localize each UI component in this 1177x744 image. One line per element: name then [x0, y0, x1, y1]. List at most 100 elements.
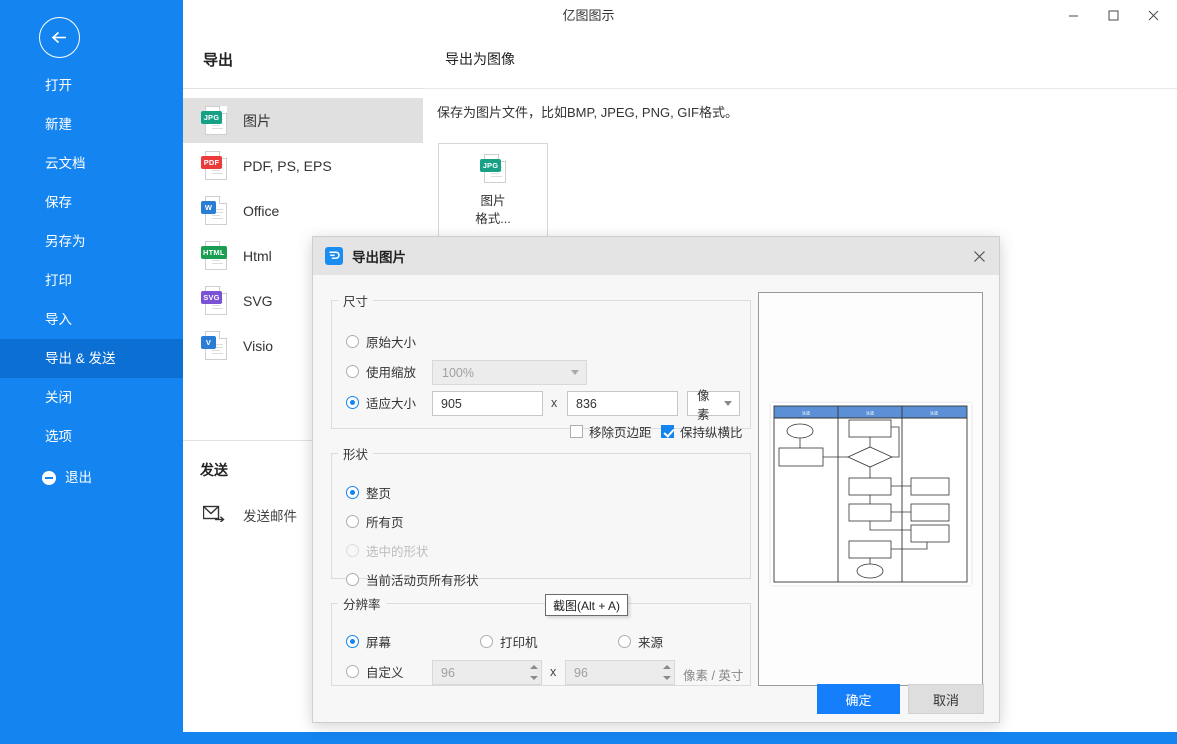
exit-icon: [42, 471, 56, 485]
sidebar-item-save-as[interactable]: 另存为: [0, 222, 183, 261]
shape-option-whole-page-radio[interactable]: [346, 486, 359, 499]
back-button[interactable]: [39, 17, 80, 58]
dialog-title-bar: 导出图片: [313, 237, 999, 275]
content-divider: [423, 88, 1177, 89]
export-item-image-label: 图片: [243, 111, 271, 131]
resolution-option-screen[interactable]: 屏幕: [346, 632, 391, 651]
export-item-svg-label: SVG: [243, 293, 273, 309]
size-option-scale-radio[interactable]: [346, 365, 359, 378]
sidebar-item-new[interactable]: 新建: [0, 105, 183, 144]
shape-group-legend: 形状: [338, 444, 373, 463]
custom-dpi-x-spinner-down[interactable]: [526, 673, 541, 685]
resolution-option-screen-radio[interactable]: [346, 635, 359, 648]
custom-dpi-x-stepper[interactable]: [432, 660, 542, 685]
send-heading: 发送: [200, 460, 228, 480]
sidebar-menu: 打开 新建 云文档 保存 另存为 打印 导入 导出 & 发送 关闭 选项 退出: [0, 66, 183, 497]
height-input[interactable]: [567, 391, 678, 416]
custom-dpi-y-spinner[interactable]: [659, 661, 674, 684]
export-item-visio-label: Visio: [243, 338, 273, 354]
sidebar-item-cloud[interactable]: 云文档: [0, 144, 183, 183]
resolution-unit-label: 像素 / 英寸: [683, 665, 743, 684]
export-image-dialog: 导出图片 尺寸 原始大小 使用缩放 100%: [312, 236, 1000, 723]
keep-ratio-checkbox-row[interactable]: 保持纵横比: [661, 422, 743, 441]
size-option-original[interactable]: 原始大小: [346, 332, 416, 351]
image-format-card-tag: JPG: [480, 159, 501, 172]
maximize-button[interactable]: [1093, 2, 1133, 30]
keep-ratio-checkbox[interactable]: [661, 425, 674, 438]
size-option-original-radio[interactable]: [346, 335, 359, 348]
shape-option-active-page-shapes-radio[interactable]: [346, 573, 359, 586]
sidebar-item-import[interactable]: 导入: [0, 300, 183, 339]
dialog-cancel-button[interactable]: 取消: [908, 684, 984, 714]
custom-dpi-x-spinner-up[interactable]: [526, 661, 541, 673]
minimize-icon: [1068, 10, 1079, 21]
svg-file-icon: SVG: [201, 286, 227, 316]
visio-file-icon-tag: V: [201, 336, 216, 349]
sidebar-item-open[interactable]: 打开: [0, 66, 183, 105]
window-controls: [1053, 0, 1173, 31]
width-input[interactable]: [432, 391, 543, 416]
dialog-title: 导出图片: [352, 246, 406, 266]
export-item-office[interactable]: W Office: [183, 188, 423, 233]
sidebar-item-exit-label: 退出: [65, 458, 92, 497]
sidebar-item-close[interactable]: 关闭: [0, 378, 183, 417]
sidebar-item-exit[interactable]: 退出: [0, 458, 183, 497]
custom-dpi-y-spinner-up[interactable]: [659, 661, 674, 673]
word-file-icon-tag: W: [201, 201, 216, 214]
shape-option-all-pages-radio[interactable]: [346, 515, 359, 528]
export-item-pdf-label: PDF, PS, EPS: [243, 158, 332, 174]
sidebar-item-save[interactable]: 保存: [0, 183, 183, 222]
shape-option-whole-page[interactable]: 整页: [346, 483, 391, 502]
size-option-fit-label: 适应大小: [366, 393, 416, 412]
shape-option-all-pages-label: 所有页: [366, 512, 404, 531]
export-item-image[interactable]: JPG 图片: [183, 98, 423, 143]
resolution-option-source-radio[interactable]: [618, 635, 631, 648]
resolution-option-custom[interactable]: 自定义: [346, 662, 404, 681]
shape-option-active-page-shapes[interactable]: 当前活动页所有形状: [346, 570, 479, 589]
image-format-card[interactable]: JPG 图片 格式...: [438, 143, 548, 238]
remove-margin-checkbox-row[interactable]: 移除页边距: [570, 422, 652, 441]
maximize-icon: [1108, 10, 1119, 21]
shape-option-selected-shapes-radio: [346, 544, 359, 557]
resolution-option-source[interactable]: 来源: [618, 632, 663, 651]
size-x-separator: x: [551, 396, 557, 410]
custom-dpi-y-spinner-down[interactable]: [659, 673, 674, 685]
dialog-ok-button[interactable]: 确定: [817, 684, 900, 714]
resolution-option-printer[interactable]: 打印机: [480, 632, 538, 651]
svg-text:泳道: 泳道: [930, 410, 938, 416]
mail-send-icon: [203, 505, 225, 525]
size-option-scale[interactable]: 使用缩放: [346, 362, 416, 381]
sidebar-item-export-send[interactable]: 导出 & 发送: [0, 339, 183, 378]
remove-margin-label: 移除页边距: [589, 422, 652, 441]
dialog-close-icon: [973, 250, 986, 263]
export-column-divider: [183, 88, 423, 89]
size-unit-select[interactable]: 像素: [687, 391, 740, 416]
shape-option-selected-shapes: 选中的形状: [346, 541, 429, 560]
sidebar-item-options[interactable]: 选项: [0, 417, 183, 456]
resolution-option-printer-label: 打印机: [500, 632, 538, 651]
resolution-option-printer-radio[interactable]: [480, 635, 493, 648]
resolution-option-custom-radio[interactable]: [346, 665, 359, 678]
shape-group: 形状 整页 所有页 选中的形状 当前活动页所有形状: [331, 444, 751, 579]
dialog-close-button[interactable]: [965, 243, 993, 269]
size-option-fit[interactable]: 适应大小: [346, 393, 416, 412]
close-button[interactable]: [1133, 2, 1173, 30]
size-group-legend: 尺寸: [338, 291, 373, 310]
bottom-accent-strip: [0, 732, 1177, 744]
size-option-fit-radio[interactable]: [346, 396, 359, 409]
svg-text:泳道: 泳道: [866, 410, 874, 416]
custom-dpi-x-spinner[interactable]: [526, 661, 541, 684]
word-file-icon: W: [201, 196, 227, 226]
export-item-pdf[interactable]: PDF PDF, PS, EPS: [183, 143, 423, 188]
remove-margin-checkbox[interactable]: [570, 425, 583, 438]
content-header: 导出为图像: [423, 31, 1177, 88]
shape-option-all-pages[interactable]: 所有页: [346, 512, 404, 531]
export-item-office-label: Office: [243, 203, 279, 219]
content-heading: 导出为图像: [445, 49, 515, 69]
size-unit-select-value: 像素: [697, 385, 718, 423]
minimize-button[interactable]: [1053, 2, 1093, 30]
sidebar-item-print[interactable]: 打印: [0, 261, 183, 300]
custom-dpi-y-stepper[interactable]: [565, 660, 675, 685]
keep-ratio-label: 保持纵横比: [680, 422, 743, 441]
chevron-down-icon: [571, 370, 579, 375]
